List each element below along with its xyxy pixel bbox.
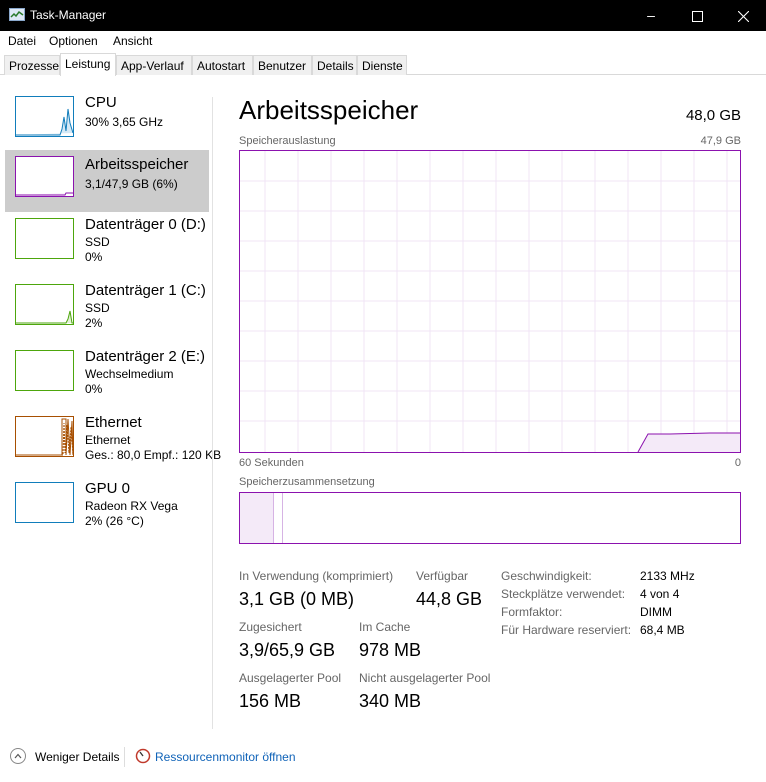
bottom-divider (124, 747, 125, 767)
gpu-thumbnail (15, 482, 74, 523)
sidebar-item-throughput: Ges.: 80,0 Empf.: 120 KB (85, 448, 222, 462)
sidebar-item-usage: 2% (85, 316, 103, 330)
available-label: Verfügbar (416, 569, 469, 583)
cached-label: Im Cache (359, 620, 411, 634)
sidebar-item-ethernet[interactable]: Ethernet Ethernet Ges.: 80,0 Empf.: 120 … (5, 412, 221, 474)
memory-composition-bar (239, 492, 741, 544)
memory-detail-panel: Arbeitsspeicher 48,0 GB Speicherauslastu… (213, 75, 766, 735)
memory-usage-graph (240, 151, 740, 453)
close-button[interactable] (720, 0, 766, 31)
available-value: 44,8 GB (416, 589, 483, 609)
sidebar-item-type: SSD (85, 301, 110, 315)
nonpaged-pool-label: Nicht ausgelagerter Pool (359, 671, 491, 685)
cpu-thumbnail (15, 96, 74, 137)
nonpaged-pool-value: 340 MB (359, 691, 422, 711)
speed-label: Geschwindigkeit: (501, 569, 592, 583)
sidebar-item-title: Datenträger 0 (D:) (85, 216, 206, 233)
sidebar-item-title: Arbeitsspeicher (85, 156, 189, 173)
sidebar-item-model: Radeon RX Vega (85, 499, 178, 513)
sidebar-item-gpu[interactable]: GPU 0 Radeon RX Vega 2% (26 °C) (5, 478, 209, 540)
cached-value: 978 MB (359, 640, 422, 660)
usage-chart-max: 47,9 GB (700, 135, 741, 147)
menu-file[interactable]: Datei (8, 34, 36, 48)
page-title: Arbeitsspeicher (239, 95, 419, 125)
usage-area-fill (638, 433, 740, 452)
resource-sidebar: CPU 30% 3,65 GHz Arbeitsspeicher 3,1/47,… (0, 75, 221, 735)
sidebar-item-title: GPU 0 (85, 480, 131, 497)
composition-in-use (240, 493, 274, 543)
sidebar-item-type: SSD (85, 235, 110, 249)
sidebar-item-usage: 0% (85, 250, 103, 264)
maximize-button[interactable] (674, 0, 720, 31)
committed-label: Zugesichert (239, 620, 302, 634)
sidebar-item-title: Ethernet (85, 414, 142, 431)
sidebar-item-title: Datenträger 1 (C:) (85, 282, 206, 299)
disk-2-thumbnail (15, 350, 74, 391)
composition-modified (276, 493, 283, 543)
sidebar-item-disk-2[interactable]: Datenträger 2 (E:) Wechselmedium 0% (5, 346, 209, 408)
x-axis-left-label: 60 Sekunden (239, 457, 304, 469)
slots-used-label: Steckplätze verwendet: (501, 587, 626, 601)
maximize-icon (691, 10, 703, 22)
fewer-details-button[interactable] (10, 748, 26, 764)
disk-1-thumbnail (15, 284, 74, 325)
resource-monitor-icon[interactable] (135, 748, 151, 764)
sidebar-item-disk-0[interactable]: Datenträger 0 (D:) SSD 0% (5, 214, 209, 276)
close-icon (737, 10, 749, 23)
menu-view[interactable]: Ansicht (113, 34, 152, 48)
memory-total: 48,0 GB (685, 107, 741, 124)
chevron-up-icon (14, 753, 22, 759)
in-use-label: In Verwendung (komprimiert) (239, 569, 394, 583)
paged-pool-label: Ausgelagerter Pool (239, 671, 342, 685)
task-manager-icon (9, 8, 25, 21)
sidebar-item-usage: 2% (26 °C) (85, 514, 144, 528)
title-bar: Task-Manager – (0, 0, 766, 31)
disk-0-thumbnail (15, 218, 74, 259)
memory-usage-chart (239, 150, 741, 453)
bottom-bar: Weniger Details Ressourcenmonitor öffnen (0, 735, 766, 782)
menu-options[interactable]: Optionen (49, 34, 98, 48)
sidebar-item-subtitle: 3,1/47,9 GB (6%) (85, 177, 178, 191)
sidebar-item-memory[interactable]: Arbeitsspeicher 3,1/47,9 GB (6%) (5, 150, 209, 212)
tab-bar: Prozesse Leistung App-Verlauf Autostart … (0, 51, 766, 76)
minimize-button[interactable]: – (628, 0, 674, 31)
sidebar-item-title: CPU (85, 94, 117, 111)
sidebar-item-usage: 0% (85, 382, 103, 396)
in-use-value: 3,1 GB (0 MB) (239, 589, 355, 609)
composition-label: Speicherzusammensetzung (239, 476, 375, 488)
resource-monitor-link[interactable]: Ressourcenmonitor öffnen (155, 750, 296, 764)
sidebar-item-title: Datenträger 2 (E:) (85, 348, 206, 365)
memory-thumbnail (15, 156, 74, 197)
tab-performance[interactable]: Leistung (60, 53, 116, 76)
speed-value: 2133 MHz (640, 569, 695, 583)
usage-chart-label: Speicherauslastung (239, 135, 336, 147)
sidebar-item-adapter: Ethernet (85, 433, 131, 447)
chart-grid (240, 151, 740, 452)
sidebar-item-disk-1[interactable]: Datenträger 1 (C:) SSD 2% (5, 280, 209, 342)
tab-app-history[interactable]: App-Verlauf (116, 55, 192, 75)
hardware-reserved-value: 68,4 MB (640, 623, 685, 637)
tab-processes[interactable]: Prozesse (4, 55, 60, 75)
sidebar-item-type: Wechselmedium (85, 367, 174, 381)
sidebar-item-cpu[interactable]: CPU 30% 3,65 GHz (5, 92, 209, 154)
ethernet-thumbnail (15, 416, 74, 457)
slots-used-value: 4 von 4 (640, 587, 680, 601)
form-factor-value: DIMM (640, 605, 672, 619)
sidebar-item-subtitle: 30% 3,65 GHz (85, 115, 164, 129)
form-factor-label: Formfaktor: (501, 605, 563, 619)
menu-bar: Datei Optionen Ansicht (0, 31, 766, 51)
fewer-details-link[interactable]: Weniger Details (35, 750, 119, 764)
x-axis-right-label: 0 (734, 457, 741, 469)
tab-startup[interactable]: Autostart (192, 55, 253, 75)
tab-services[interactable]: Dienste (357, 55, 407, 75)
tab-details[interactable]: Details (312, 55, 357, 75)
committed-value: 3,9/65,9 GB (239, 640, 336, 660)
tab-users[interactable]: Benutzer (253, 55, 312, 75)
paged-pool-value: 156 MB (239, 691, 302, 711)
window-title: Task-Manager (30, 8, 107, 22)
hardware-reserved-label: Für Hardware reserviert: (501, 623, 632, 637)
